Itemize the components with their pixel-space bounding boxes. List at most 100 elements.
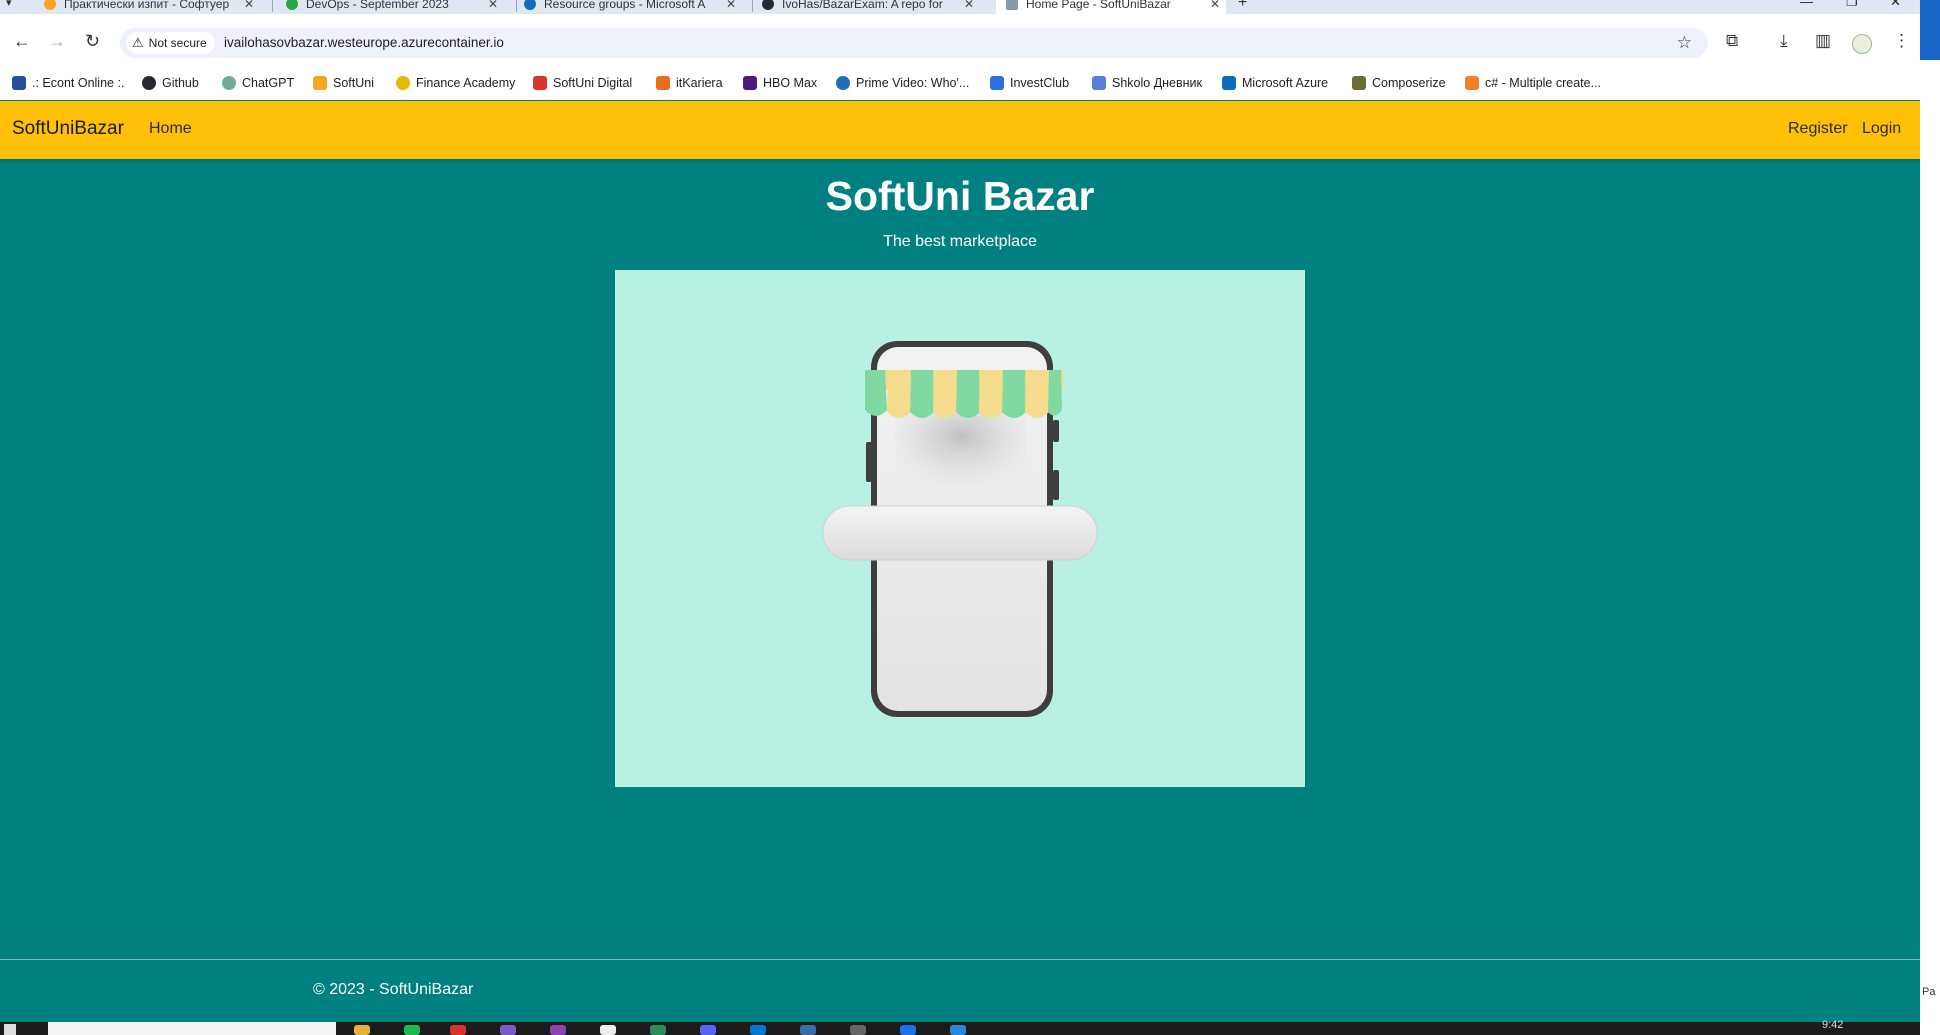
- address-bar[interactable]: ⚠ Not secure ivailohasovbazar.westeurope…: [120, 28, 1708, 58]
- app-icon[interactable]: [600, 1025, 616, 1035]
- profile-avatar[interactable]: [1852, 34, 1872, 54]
- forward-icon[interactable]: →: [48, 31, 66, 52]
- bookmark-label: InvestClub: [1010, 76, 1070, 90]
- discord-icon[interactable]: [700, 1025, 716, 1035]
- hero-image: [615, 270, 1305, 787]
- phone-shop-illustration: [822, 341, 1098, 717]
- browser-tab-strip: ▾ Практически изпит - Софтуер ✕ DevOps -…: [0, 0, 1940, 14]
- bookmarks-bar: .: Econt Online :. Github ChatGPT SoftUn…: [0, 68, 1920, 100]
- app-icon[interactable]: [850, 1025, 866, 1035]
- tab-favicon-icon: [524, 0, 536, 10]
- window-close-icon[interactable]: ✕: [1890, 0, 1901, 10]
- footer-divider: [0, 959, 1920, 960]
- bookmark-favicon-icon: [222, 76, 236, 90]
- bookmark-label: ChatGPT: [242, 76, 295, 90]
- restore-icon[interactable]: ❐: [1846, 0, 1858, 10]
- bookmark-favicon-icon: [396, 76, 410, 90]
- bookmark-label: Finance Academy: [416, 76, 516, 90]
- chrome-icon[interactable]: [450, 1025, 466, 1035]
- bookmark-item[interactable]: InvestClub: [990, 73, 1069, 93]
- browser-tab[interactable]: Resource groups - Microsoft A ✕: [524, 0, 742, 14]
- browser-tab[interactable]: IvoHas/BazarExam: A repo for ✕: [762, 0, 980, 14]
- bookmark-favicon-icon: [743, 76, 757, 90]
- bookmark-item[interactable]: ChatGPT: [222, 73, 294, 93]
- visual-studio-icon[interactable]: [500, 1025, 516, 1035]
- browser-toolbar: ← → ↻ ⚠ Not secure ivailohasovbazar.west…: [0, 14, 1920, 72]
- adjacent-window-edge: Pa: [1920, 0, 1940, 1035]
- bookmark-favicon-icon: [836, 76, 850, 90]
- tab-favicon-icon: [762, 0, 774, 10]
- nav-register-link[interactable]: Register: [1788, 120, 1848, 138]
- url-text[interactable]: ivailohasovbazar.westeurope.azurecontain…: [224, 35, 504, 50]
- bookmark-item[interactable]: HBO Max: [743, 73, 817, 93]
- bookmark-item[interactable]: itKariera: [656, 73, 723, 93]
- vscode-icon[interactable]: [750, 1025, 766, 1035]
- menu-kebab-icon[interactable]: ⋮: [1893, 31, 1910, 51]
- start-icon[interactable]: [4, 1024, 16, 1035]
- taskbar-search-box[interactable]: [48, 1022, 336, 1035]
- browser-tab[interactable]: Практически изпит - Софтуер ✕: [44, 0, 260, 14]
- page-title: SoftUni Bazar: [825, 173, 1095, 219]
- page-subtitle: The best marketplace: [883, 233, 1037, 250]
- app-icon[interactable]: [950, 1025, 966, 1035]
- warning-icon: ⚠: [132, 35, 144, 50]
- nav-login-link[interactable]: Login: [1862, 120, 1901, 138]
- nav-home-link[interactable]: Home: [149, 120, 192, 138]
- file-explorer-icon[interactable]: [354, 1025, 370, 1035]
- bookmark-item[interactable]: Shkolo Дневник: [1092, 73, 1202, 93]
- bookmark-star-icon[interactable]: ☆: [1677, 33, 1692, 53]
- new-tab-icon[interactable]: +: [1238, 0, 1247, 12]
- tab-search-icon[interactable]: ▾: [6, 0, 12, 9]
- bookmark-item[interactable]: Finance Academy: [396, 73, 515, 93]
- bookmark-item[interactable]: Microsoft Azure: [1222, 73, 1328, 93]
- bookmark-label: Microsoft Azure: [1242, 76, 1329, 90]
- bookmark-label: HBO Max: [763, 76, 818, 90]
- bookmark-favicon-icon: [990, 76, 1004, 90]
- app-icon[interactable]: [650, 1025, 666, 1035]
- reload-icon[interactable]: ↻: [85, 31, 100, 52]
- app-icon[interactable]: [800, 1025, 816, 1035]
- site-navbar: SoftUniBazar Home Register Login: [0, 101, 1920, 159]
- spotify-icon[interactable]: [404, 1025, 420, 1035]
- os-taskbar: 9:42: [0, 1019, 1920, 1035]
- app-icon[interactable]: [550, 1025, 566, 1035]
- app-icon[interactable]: [900, 1025, 916, 1035]
- bookmark-favicon-icon: [313, 76, 327, 90]
- browser-tab[interactable]: DevOps - September 2023 ✕: [286, 0, 504, 14]
- bookmark-label: c# - Multiple create...: [1485, 76, 1602, 90]
- adjacent-window-label: Pa: [1922, 986, 1936, 998]
- bookmark-label: Composerize: [1372, 76, 1446, 90]
- security-label: Not secure: [148, 36, 207, 50]
- side-panel-icon[interactable]: ▥: [1815, 31, 1831, 51]
- tab-title: Home Page - SoftUniBazar: [1026, 0, 1171, 11]
- download-icon[interactable]: ⤓: [1780, 31, 1788, 51]
- bookmark-item[interactable]: c# - Multiple create...: [1465, 73, 1601, 93]
- bookmark-item[interactable]: .: Econt Online :.: [12, 73, 124, 93]
- bookmark-favicon-icon: [1352, 76, 1366, 90]
- close-tab-icon[interactable]: ✕: [726, 0, 736, 11]
- minimize-icon[interactable]: —: [1800, 0, 1813, 9]
- close-tab-icon[interactable]: ✕: [964, 0, 974, 11]
- site-security-chip[interactable]: ⚠ Not secure: [126, 32, 215, 54]
- footer-copyright: © 2023 - SoftUniBazar: [313, 981, 474, 998]
- bookmark-item[interactable]: SoftUni Digital: [533, 73, 632, 93]
- bookmark-favicon-icon: [12, 76, 26, 90]
- bookmark-item[interactable]: Composerize: [1352, 73, 1446, 93]
- extensions-icon[interactable]: ⧉: [1726, 31, 1738, 51]
- bookmark-item[interactable]: Github: [142, 73, 199, 93]
- bookmark-favicon-icon: [533, 76, 547, 90]
- bookmark-label: Github: [162, 76, 199, 90]
- close-tab-icon[interactable]: ✕: [488, 0, 498, 11]
- tab-favicon-icon: [44, 0, 56, 10]
- bookmark-item[interactable]: Prime Video: Who'...: [836, 73, 969, 93]
- bookmark-favicon-icon: [656, 76, 670, 90]
- brand-link[interactable]: SoftUniBazar: [12, 118, 124, 140]
- bookmark-label: Prime Video: Who'...: [856, 76, 970, 90]
- close-tab-icon[interactable]: ✕: [1210, 0, 1220, 11]
- close-tab-icon[interactable]: ✕: [244, 0, 254, 11]
- bookmark-item[interactable]: SoftUni: [313, 73, 374, 93]
- browser-tab-active[interactable]: Home Page - SoftUniBazar ✕: [996, 0, 1226, 14]
- back-icon[interactable]: ←: [13, 31, 31, 52]
- taskbar-clock: 9:42: [1822, 1019, 1844, 1031]
- tab-favicon-icon: [1006, 0, 1018, 10]
